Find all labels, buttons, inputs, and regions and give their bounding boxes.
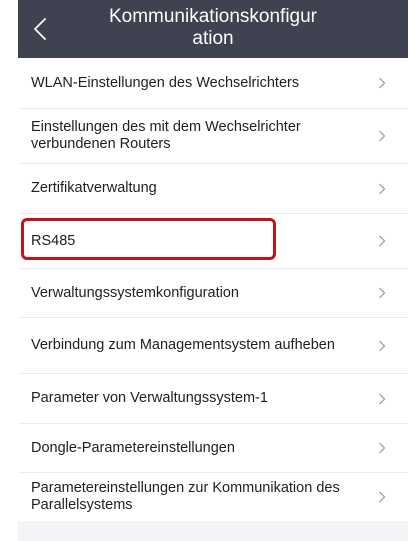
list-item-label: Verbindung zum Managementsystem aufheben bbox=[31, 337, 335, 353]
app-header: Kommunikationskonfigur ation bbox=[18, 0, 408, 58]
list-item-management-system-config[interactable]: Verwaltungssystemkonfiguration bbox=[18, 269, 408, 318]
list-item-label: Einstellungen des mit dem Wechselrichter… bbox=[31, 119, 301, 152]
list-item-router-settings[interactable]: Einstellungen des mit dem Wechselrichter… bbox=[18, 109, 408, 164]
page-title: Kommunikationskonfigur ation bbox=[108, 6, 318, 49]
chevron-right-icon bbox=[378, 340, 386, 352]
list-item-label: WLAN-Einstellungen des Wechselrichters bbox=[31, 74, 300, 91]
list-item-dongle-params[interactable]: Dongle-Parametereinstellungen bbox=[18, 424, 408, 473]
chevron-right-icon bbox=[378, 393, 386, 405]
list-item-label: RS485 bbox=[31, 232, 76, 249]
list-item-wlan-settings[interactable]: WLAN-Einstellungen des Wechselrichters bbox=[18, 58, 408, 109]
list-item-label: Dongle-Parametereinstellungen bbox=[31, 439, 235, 456]
list-item-label: Zertifikatverwaltung bbox=[31, 180, 157, 196]
chevron-right-icon bbox=[378, 183, 386, 195]
list-item-management-system-1-params[interactable]: Parameter von Verwaltungssystem-1 bbox=[18, 374, 408, 424]
list-item-parallel-system-comm-params[interactable]: Parametereinstellungen zur Kommunikation… bbox=[18, 473, 408, 521]
chevron-right-icon bbox=[378, 491, 386, 503]
chevron-right-icon bbox=[378, 442, 386, 454]
footer-spacer bbox=[18, 521, 408, 541]
chevron-right-icon bbox=[378, 235, 386, 247]
list-item-label: Parametereinstellungen zur Kommunikation… bbox=[31, 480, 340, 513]
list-item-rs485[interactable]: RS485 bbox=[18, 214, 408, 269]
list-item-label: Parameter von Verwaltungssystem-1 bbox=[31, 390, 268, 406]
list-item-label: Verwaltungssystemkonfiguration bbox=[31, 284, 239, 301]
chevron-right-icon bbox=[378, 287, 386, 299]
chevron-right-icon bbox=[378, 130, 386, 142]
chevron-left-icon bbox=[34, 18, 46, 40]
chevron-right-icon bbox=[378, 77, 386, 89]
back-button[interactable] bbox=[26, 12, 54, 46]
list-item-disconnect-management-system[interactable]: Verbindung zum Managementsystem aufheben bbox=[18, 318, 408, 374]
list-item-certificate-management[interactable]: Zertifikatverwaltung bbox=[18, 164, 408, 214]
settings-list: WLAN-Einstellungen des Wechselrichters E… bbox=[18, 58, 408, 521]
